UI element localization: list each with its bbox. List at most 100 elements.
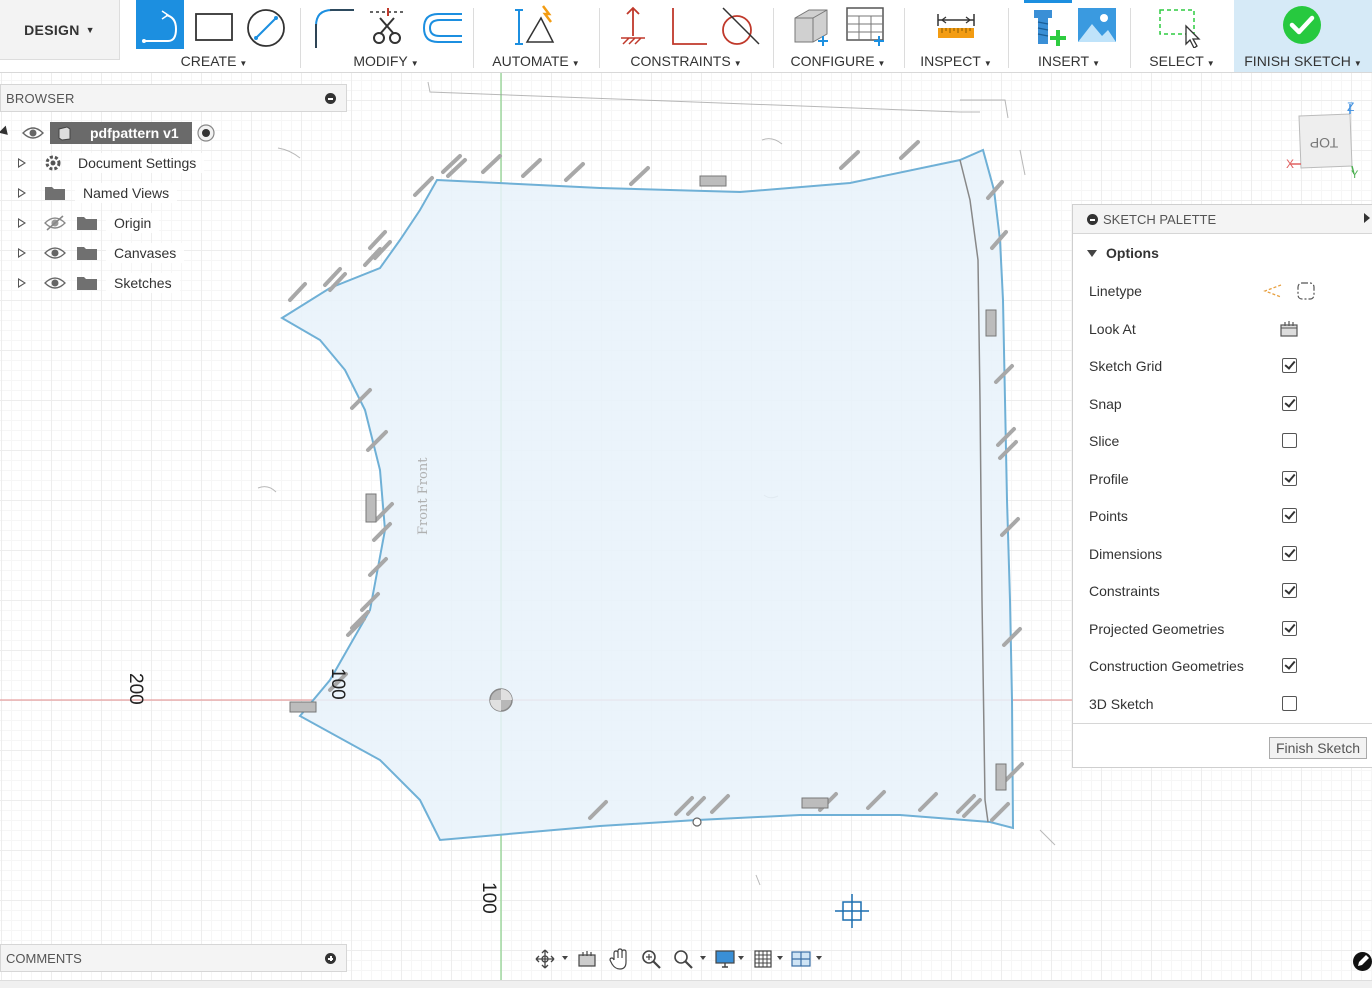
workspace-switcher[interactable]: DESIGN ▼ [0, 0, 120, 60]
collapse-icon[interactable] [1087, 214, 1098, 225]
collapse-icon[interactable] [325, 93, 336, 104]
tree-item-document-settings[interactable]: Document Settings [0, 150, 210, 176]
measure-icon[interactable] [934, 4, 978, 48]
orbit-button[interactable] [532, 947, 558, 971]
snap-checkbox[interactable] [1282, 396, 1297, 411]
expand-icon[interactable] [325, 953, 336, 964]
zoom-window-button[interactable] [670, 947, 696, 971]
configure-table-icon[interactable] [843, 4, 887, 48]
automate-group: AUTOMATE ▼ [473, 0, 599, 72]
create-menu[interactable]: CREATE ▼ [128, 53, 300, 69]
option-sketch-grid[interactable]: Sketch Grid [1089, 354, 1359, 378]
option-construction-geometries[interactable]: Construction Geometries [1089, 654, 1359, 678]
automate-menu[interactable]: AUTOMATE ▼ [473, 53, 599, 69]
centerline-linetype-icon[interactable] [1295, 280, 1317, 302]
expand-right-icon[interactable] [1364, 213, 1370, 223]
insert-menu[interactable]: INSERT ▼ [1008, 53, 1130, 69]
sketch-point[interactable] [692, 817, 702, 827]
perpendicular-constraint-icon[interactable] [665, 4, 709, 48]
chevron-down-icon[interactable] [562, 956, 568, 960]
sketch-grid-checkbox[interactable] [1282, 358, 1297, 373]
pan-button[interactable] [606, 947, 632, 971]
finish-sketch-group: FINISH SKETCH ▼ [1234, 0, 1372, 72]
construction-linetype-icon[interactable] [1261, 281, 1285, 301]
option-profile[interactable]: Profile [1089, 467, 1359, 491]
option-3d-sketch[interactable]: 3D Sketch [1089, 692, 1359, 716]
option-dimensions[interactable]: Dimensions [1089, 542, 1359, 566]
expanded-triangle-icon[interactable] [0, 125, 12, 139]
browser-root-node[interactable]: pdfpattern v1 [0, 120, 222, 146]
look-at-icon[interactable] [1279, 320, 1299, 338]
collapsed-triangle-icon[interactable] [18, 278, 26, 288]
comments-panel-header[interactable]: COMMENTS [0, 944, 347, 972]
select-menu[interactable]: SELECT ▼ [1130, 53, 1234, 69]
finish-sketch-button[interactable]: Finish Sketch [1269, 737, 1367, 759]
folder-icon [45, 187, 65, 200]
points-checkbox[interactable] [1282, 508, 1297, 523]
fillet-tool-icon[interactable] [310, 4, 354, 48]
chevron-down-icon[interactable] [700, 956, 706, 960]
chevron-down-icon[interactable] [738, 956, 744, 960]
navigation-bar [528, 944, 828, 974]
profile-checkbox[interactable] [1282, 471, 1297, 486]
collapsed-triangle-icon[interactable] [18, 188, 26, 198]
view-cube[interactable]: TOP Z X Y [1284, 98, 1364, 178]
sketch-palette-header[interactable]: SKETCH PALETTE [1073, 205, 1372, 234]
zoom-button[interactable] [638, 947, 664, 971]
eye-icon[interactable] [44, 275, 66, 291]
collapsed-triangle-icon[interactable] [18, 248, 26, 258]
configure-menu[interactable]: CONFIGURE ▼ [773, 53, 903, 69]
activate-radio-icon[interactable] [197, 124, 215, 142]
axis-y-label: Y [1351, 169, 1359, 178]
option-slice[interactable]: Slice [1089, 429, 1359, 453]
browser-panel-header[interactable]: BROWSER [0, 84, 347, 112]
parameters-icon[interactable] [789, 4, 833, 48]
chevron-down-icon[interactable] [777, 956, 783, 960]
collapsed-triangle-icon[interactable] [18, 158, 26, 168]
select-window-icon[interactable] [1158, 4, 1202, 48]
tangent-constraint-icon[interactable] [717, 4, 761, 48]
dimensions-checkbox[interactable] [1282, 546, 1297, 561]
circle-tool-icon[interactable] [244, 4, 288, 48]
option-points[interactable]: Points [1089, 504, 1359, 528]
eye-icon[interactable] [22, 125, 44, 141]
viewports-button[interactable] [788, 947, 814, 971]
option-constraints[interactable]: Constraints [1089, 579, 1359, 603]
sketch-origin[interactable] [489, 688, 513, 712]
feedback-pencil-icon[interactable] [1353, 952, 1372, 971]
trim-tool-icon[interactable] [366, 4, 410, 48]
rectangle-tool-icon[interactable] [192, 4, 236, 48]
automate-dimension-icon[interactable] [513, 4, 557, 48]
option-snap[interactable]: Snap [1089, 392, 1359, 416]
constraints-menu[interactable]: CONSTRAINTS ▼ [599, 53, 773, 69]
tree-item-canvases[interactable]: Canvases [0, 240, 190, 266]
grid-settings-button[interactable] [750, 947, 776, 971]
fix-constraint-icon[interactable] [613, 4, 657, 48]
collapsed-triangle-icon[interactable] [18, 218, 26, 228]
projected-geometries-checkbox[interactable] [1282, 621, 1297, 636]
tree-item-named-views[interactable]: Named Views [0, 180, 180, 206]
inspect-menu[interactable]: INSPECT ▼ [904, 53, 1008, 69]
insert-mcmaster-icon[interactable] [1024, 4, 1068, 48]
construction-geometries-checkbox[interactable] [1282, 658, 1297, 673]
chevron-down-icon[interactable] [816, 956, 822, 960]
constraints-checkbox[interactable] [1282, 583, 1297, 598]
finish-sketch-menu[interactable]: FINISH SKETCH ▼ [1234, 53, 1372, 69]
look-at-button[interactable] [574, 947, 600, 971]
zoom-icon [642, 950, 661, 969]
modify-menu[interactable]: MODIFY ▼ [300, 53, 472, 69]
offset-tool-icon[interactable] [420, 4, 464, 48]
3d-sketch-checkbox[interactable] [1282, 696, 1297, 711]
pattern-profile[interactable] [280, 148, 1015, 842]
line-tool-icon[interactable] [136, 3, 184, 49]
slice-checkbox[interactable] [1282, 433, 1297, 448]
eye-icon[interactable] [44, 245, 66, 261]
finish-sketch-check-icon[interactable] [1282, 5, 1322, 45]
tree-item-origin[interactable]: Origin [0, 210, 170, 236]
option-projected-geometries[interactable]: Projected Geometries [1089, 617, 1359, 641]
eye-hidden-icon[interactable] [44, 215, 66, 231]
display-settings-button[interactable] [712, 947, 738, 971]
tree-item-sketches[interactable]: Sketches [0, 270, 190, 296]
insert-canvas-image-icon[interactable] [1076, 4, 1120, 48]
options-section-toggle[interactable]: Options [1087, 245, 1159, 261]
